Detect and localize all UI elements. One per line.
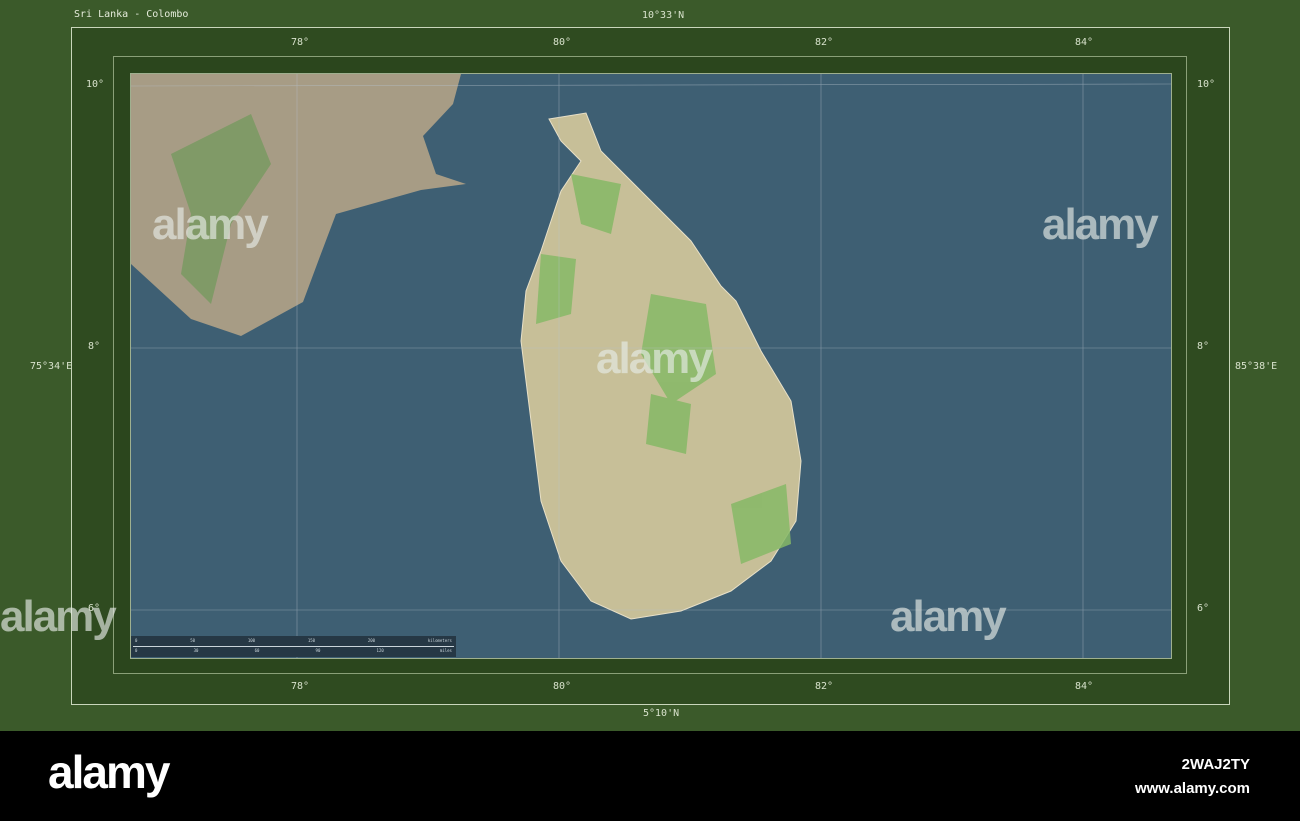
mi-unit: miles	[439, 648, 452, 653]
image-id: 2WAJ2TY	[1181, 756, 1250, 773]
mi-tick: 120	[376, 648, 384, 653]
south-bound-label: 5°10'N	[643, 708, 680, 719]
lon-label-bottom: 84°	[1075, 681, 1094, 692]
watermark: alamy	[1042, 200, 1159, 249]
km-tick: 200	[367, 638, 376, 643]
lon-label-top: 80°	[553, 37, 572, 48]
lon-label-top: 78°	[291, 37, 310, 48]
west-bound-label: 75°34'E	[30, 361, 73, 372]
map-title: Sri Lanka - Colombo	[74, 9, 189, 20]
km-tick: 50	[190, 638, 196, 643]
mi-tick: 90	[315, 648, 321, 653]
lat-label-left: 10°	[86, 79, 105, 90]
watermark: alamy	[152, 200, 269, 249]
watermark: alamy	[596, 334, 713, 383]
lon-label-top: 84°	[1075, 37, 1094, 48]
lon-label-bottom: 82°	[815, 681, 834, 692]
alamy-url[interactable]: www.alamy.com	[1135, 780, 1250, 797]
lat-label-right: 8°	[1197, 341, 1210, 352]
mi-tick: 60	[254, 648, 260, 653]
watermark: alamy	[890, 592, 1007, 641]
km-tick: 150	[307, 638, 316, 643]
lon-label-bottom: 78°	[291, 681, 310, 692]
km-tick: 0	[135, 638, 138, 643]
km-unit: kilometers	[427, 638, 452, 643]
lat-label-right: 10°	[1197, 79, 1216, 90]
alamy-logo: alamy	[48, 746, 170, 798]
lon-label-bottom: 80°	[553, 681, 572, 692]
mi-tick: 30	[193, 648, 199, 653]
footer-bar	[0, 731, 1300, 821]
km-tick: 100	[247, 638, 256, 643]
north-bound-label: 10°33'N	[642, 10, 685, 21]
lat-label-left: 8°	[88, 341, 101, 352]
watermark: alamy	[0, 592, 117, 641]
mi-tick: 0	[135, 648, 138, 653]
lon-label-top: 82°	[815, 37, 834, 48]
scale-bar: 0 50 100 150 200 kilometers 0 30 60 90 1…	[131, 636, 456, 657]
lat-label-right: 6°	[1197, 603, 1210, 614]
east-bound-label: 85°38'E	[1235, 361, 1278, 372]
